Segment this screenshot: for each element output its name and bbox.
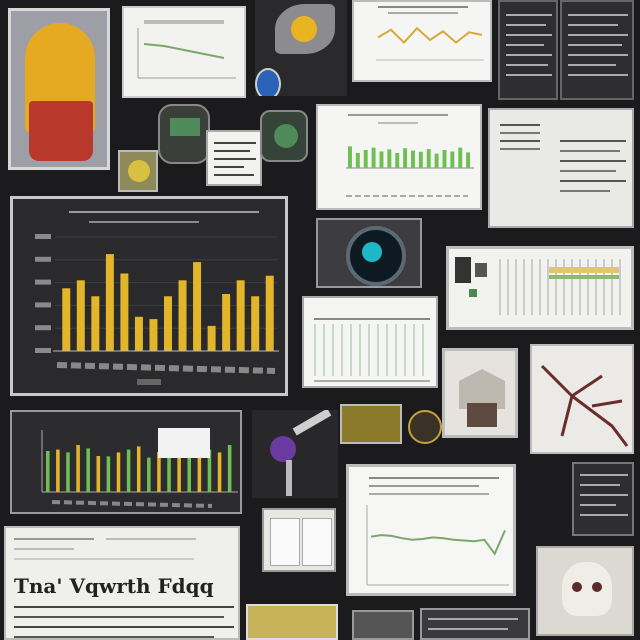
secondary-bar [147,457,151,492]
main-bar [193,262,202,351]
table-chart-tile [302,296,438,388]
machine-photo-tile [158,104,210,164]
secondary-bar [96,456,101,492]
branch-sketch-tile [530,344,634,454]
document-tile-right [488,108,634,228]
open-book-tile [262,508,336,572]
green-line-path [370,529,506,556]
main-bar-chart-svg [35,234,279,385]
bottom-yellow-card [246,604,338,640]
camera-lens-tile [316,218,422,288]
green-bar [458,147,463,168]
main-bar [236,280,245,351]
green-bar [403,148,408,168]
main-y-tick-mark [35,234,51,239]
green-bar [442,150,447,168]
red-cup-shape [29,101,93,161]
main-bar [251,296,260,351]
coin-photo-tile [408,410,442,444]
main-y-tick-mark [35,279,51,285]
yellow-circle-shape [291,16,317,42]
main-bar [76,280,85,351]
secondary-bar [86,448,90,492]
green-bar [418,151,423,168]
house-photo-tile [442,348,518,438]
text-card-center [206,130,262,186]
green-bar [379,151,384,168]
main-y-tick-mark [35,256,51,262]
small-line-chart-svg [137,20,236,79]
main-bar-chart-tile [10,196,288,396]
text-panel-bottom-right [572,462,634,536]
wave-chart-tile [352,0,492,82]
main-bar [62,288,71,351]
secondary-bar-chart-svg [41,428,238,508]
main-bar [222,294,231,351]
secondary-bar [126,449,131,492]
main-bar [207,325,216,351]
branch-sketch-svg [540,364,629,447]
line-chart-tile [346,464,516,596]
green-bar [371,147,376,168]
main-y-tick-mark [35,302,51,308]
line-chart-svg [366,505,509,586]
secondary-bar [106,456,111,492]
gear-photo-tile [260,110,308,162]
yellow-gauge-tile [8,8,110,170]
feather-photo-tile [255,0,347,96]
green-bar [348,146,352,168]
main-y-tick-mark [35,348,51,353]
secondary-bar [217,452,222,492]
text-panel-top-right-b [560,0,634,100]
green-bar-chart-tile [316,104,482,210]
bottom-text-card [420,608,530,640]
skull-photo-tile [536,546,634,636]
main-bar [178,280,187,351]
text-panel-top-right-a [498,0,558,100]
secondary-bar [76,445,80,492]
green-bar [411,150,415,168]
green-bar [355,153,360,168]
secondary-bar [136,446,141,492]
main-bar [265,275,274,351]
green-bar [395,153,400,168]
secondary-bar [116,452,121,492]
secondary-bar-chart-tile [10,410,242,514]
green-bar [466,152,471,168]
secondary-bar [46,451,50,492]
main-bar [120,273,129,351]
main-bar [149,319,158,351]
secondary-bar [66,452,70,492]
green-bar [450,151,455,168]
green-bar [387,149,392,168]
blue-gem-shape [255,68,281,96]
purple-figure-tile [252,410,338,498]
gold-photo-tile [340,404,402,444]
main-y-tick-mark [35,325,51,331]
small-line-chart-tile [122,6,246,98]
green-bar-chart-svg [346,146,474,197]
wave-chart-svg [376,26,484,61]
newspaper-tile: Tna' Vqwrth Fdqq [4,526,240,640]
chart-card-right [446,246,634,330]
green-bar [434,153,439,168]
main-bar [105,254,114,351]
main-bar [91,296,100,351]
main-bar [134,316,143,351]
small-line-path [143,43,225,59]
main-bar [164,296,172,351]
wave-line-path [377,26,483,45]
green-bar [426,149,431,168]
newspaper-headline: Tna' Vqwrth Fdqq [14,574,214,598]
small-yellow-photo-tile [118,150,158,192]
secondary-bar [227,445,232,492]
green-bar [363,150,368,168]
secondary-bar [56,449,60,492]
bottom-gray-card [352,610,414,640]
secondary-bar [177,452,181,492]
